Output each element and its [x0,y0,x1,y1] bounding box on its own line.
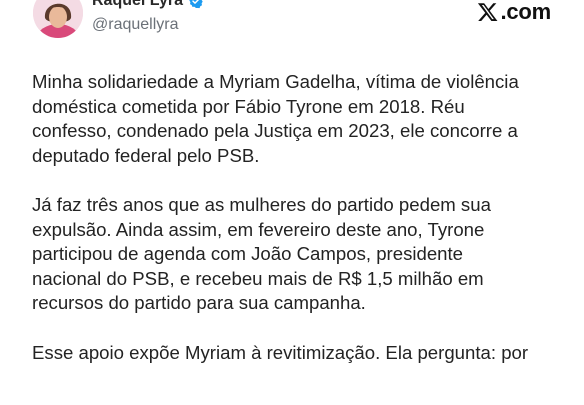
avatar[interactable] [33,0,83,38]
tweet-text: Minha solidariedade a Myriam Gadelha, ví… [32,70,572,390]
x-logo-domain-text: .com [500,0,551,24]
author-display-name[interactable]: Raquel Lyra [92,0,183,10]
x-logo: .com [477,1,551,23]
author-name-row: Raquel Lyra [92,0,204,12]
tweet-paragraph-2: Já faz três anos que as mulheres do part… [32,193,491,314]
tweet-paragraph-3: Esse apoio expõe Myriam à revitimização.… [32,341,529,363]
tweet-paragraph-1: Minha solidariedade a Myriam Gadelha, ví… [32,71,519,166]
tweet-header: Raquel Lyra @raquellyra .com [0,0,584,60]
verified-badge-icon [188,0,204,9]
x-logo-icon [477,1,499,23]
author-handle[interactable]: @raquellyra [92,16,179,34]
